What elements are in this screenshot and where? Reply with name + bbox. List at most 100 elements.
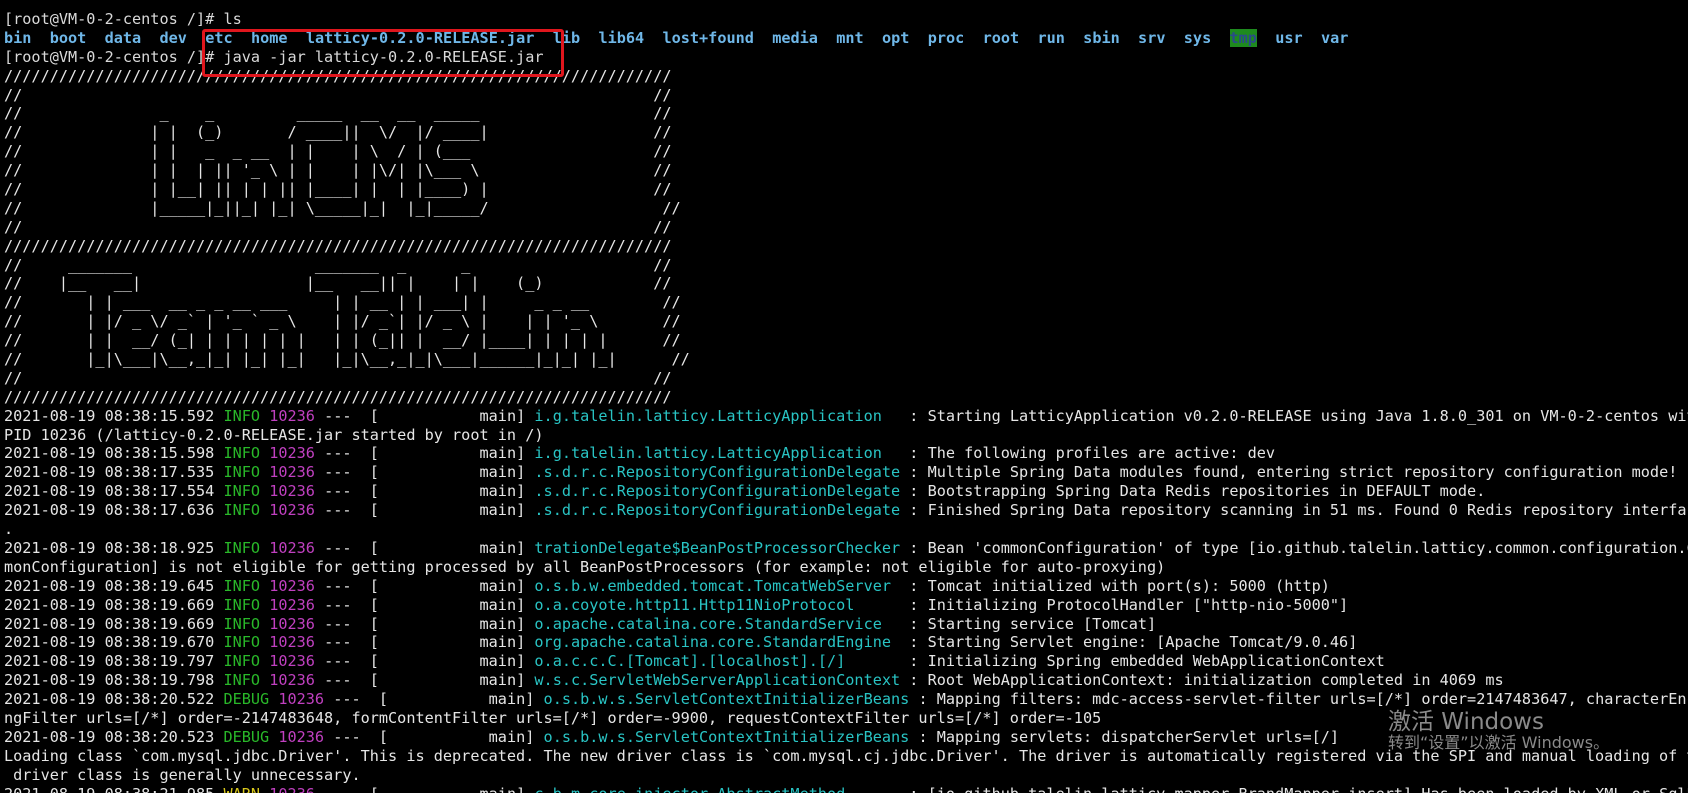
ls-entry: run bbox=[1037, 28, 1065, 47]
log-pid: 10236 bbox=[269, 652, 315, 671]
log-message: : [io.github.talelin.latticy.mapper.Bran… bbox=[900, 785, 1698, 793]
log-logger: o.s.b.w.embedded.tomcat.TomcatWebServer bbox=[534, 576, 901, 595]
ls-entry: media bbox=[772, 28, 818, 47]
log-level: INFO bbox=[223, 652, 261, 671]
banner-line: // _ _ _____ __ __ _____ // bbox=[4, 104, 672, 123]
log-pid: 10236 bbox=[269, 463, 315, 482]
log-level: INFO bbox=[223, 444, 261, 463]
log-pid: 10236 bbox=[269, 633, 315, 652]
ls-entry: opt bbox=[881, 28, 910, 47]
ls-entry: dev bbox=[159, 28, 187, 47]
log-message: : Mapping filters: mdc-access-servlet-fi… bbox=[909, 690, 1698, 709]
log-thread: --- [ main] bbox=[324, 785, 525, 793]
log-thread: --- [ main] bbox=[324, 614, 526, 633]
log-message: : Bean 'commonConfiguration' of type [io… bbox=[900, 538, 1698, 557]
log-logger: i.g.talelin.latticy.LatticyApplication bbox=[534, 444, 901, 463]
log-pid: 10236 bbox=[278, 727, 325, 746]
ls-command: ls bbox=[214, 10, 242, 28]
banner-line: ////////////////////////////////////////… bbox=[4, 236, 672, 255]
log-timestamp: 2021-08-19 08:38:19.670 bbox=[4, 633, 215, 652]
banner-line: // | | (_) / ____|| \/ |/ ____| // bbox=[4, 123, 672, 142]
banner-line: // |_____|_||_| |_| \_____|_| |_|_____/ … bbox=[4, 198, 681, 217]
log-level: INFO bbox=[223, 406, 261, 425]
log-message: : Mapping servlets: dispatcherServlet ur… bbox=[909, 727, 1340, 746]
log-message: : The following profiles are active: dev bbox=[900, 444, 1276, 463]
log-line: driver class is generally unnecessary. bbox=[4, 765, 361, 784]
ls-entry: proc bbox=[927, 28, 965, 47]
log-line: monConfiguration] is not eligible for ge… bbox=[4, 557, 1166, 576]
log-line: 2021-08-19 08:38:19.669 INFO 10236 --- [… bbox=[0, 615, 1698, 634]
log-timestamp: 2021-08-19 08:38:20.523 bbox=[4, 727, 215, 746]
log-pid: 10236 bbox=[278, 690, 325, 709]
log-level: INFO bbox=[223, 614, 261, 633]
log-thread: --- [ main] bbox=[333, 727, 535, 746]
ls-entry: sys bbox=[1183, 28, 1212, 47]
log-line: 2021-08-19 08:38:17.535 INFO 10236 --- [… bbox=[0, 463, 1698, 482]
log-line: 2021-08-19 08:38:17.636 INFO 10236 --- [… bbox=[0, 501, 1698, 520]
log-level: WARN bbox=[223, 785, 260, 793]
log-message: : Finished Spring Data repository scanni… bbox=[900, 501, 1698, 520]
banner-line: // |_|\___|\__,_|_| |_| |_| |_|\__,_|_|\… bbox=[4, 350, 690, 369]
log-logger: o.a.c.c.C.[Tomcat].[localhost].[/] bbox=[534, 652, 901, 671]
banner-line: // | |/ _ \/ _` | '_ ` _ \ | |/ _`| |/ _… bbox=[4, 312, 681, 331]
top-clipped-line bbox=[0, 0, 1698, 10]
ls-entry: usr bbox=[1275, 28, 1303, 47]
log-thread: --- [ main] bbox=[324, 633, 526, 652]
log-logger: o.s.b.w.s.ServletContextInitializerBeans bbox=[543, 727, 910, 746]
shell-prompt: [root@VM-0-2-centos /]# bbox=[4, 10, 215, 28]
terminal-window[interactable]: [root@VM-0-2-centos /]# ls bin boot data… bbox=[0, 0, 1698, 793]
log-thread: --- [ main] bbox=[324, 538, 526, 557]
log-thread: --- [ main] bbox=[324, 406, 526, 425]
watermark-subtitle: 转到“设置”以激活 Windows。 bbox=[1388, 732, 1610, 752]
log-line: PID 10236 (/latticy-0.2.0-RELEASE.jar st… bbox=[4, 425, 544, 444]
log-message: : Initializing Spring embedded WebApplic… bbox=[900, 652, 1385, 671]
log-pid: 10236 bbox=[269, 482, 315, 501]
log-logger: .s.d.r.c.RepositoryConfigurationDelegate bbox=[534, 501, 901, 520]
log-level: INFO bbox=[223, 576, 261, 595]
log-line: 2021-08-19 08:38:19.645 INFO 10236 --- [… bbox=[0, 577, 1698, 596]
log-thread: --- [ main] bbox=[324, 463, 526, 482]
watermark-title: 激活 Windows bbox=[1388, 709, 1544, 735]
banner-line: // | | ___ __ _ _ __ ___ | | __ | | ___|… bbox=[4, 293, 681, 312]
log-level: INFO bbox=[223, 482, 261, 501]
log-logger: o.s.b.w.s.ServletContextInitializerBeans bbox=[543, 690, 910, 709]
log-pid: 10236 bbox=[269, 671, 315, 690]
ls-prompt-line: [root@VM-0-2-centos /]# ls bbox=[0, 10, 1698, 29]
log-pid: 10236 bbox=[269, 576, 315, 595]
banner-line: // | | | || '_ \ | | | |\/| |\___ \ // bbox=[4, 161, 672, 180]
log-timestamp: 2021-08-19 08:38:19.797 bbox=[4, 652, 215, 671]
log-timestamp: 2021-08-19 08:38:21.985 bbox=[4, 785, 214, 793]
log-message: : Bootstrapping Spring Data Redis reposi… bbox=[900, 482, 1486, 501]
log-timestamp: 2021-08-19 08:38:15.592 bbox=[4, 406, 215, 425]
banner-line: // |__ __| |__ __|| | | | (_) // bbox=[4, 274, 672, 293]
log-pid: 10236 bbox=[269, 501, 315, 520]
log-thread: --- [ main] bbox=[324, 501, 526, 520]
right-edge-strip bbox=[1688, 0, 1698, 793]
ls-entry: tmp bbox=[1229, 28, 1257, 47]
command-highlight-box bbox=[202, 29, 564, 77]
banner-line: // | |__| || | | || |____| | | |____) | … bbox=[4, 180, 672, 199]
log-line: 2021-08-19 08:38:19.670 INFO 10236 --- [… bbox=[0, 633, 1698, 652]
ls-entry: data bbox=[104, 28, 142, 47]
log-pid: 10236 bbox=[269, 614, 315, 633]
log-line: 2021-08-19 08:38:15.598 INFO 10236 --- [… bbox=[0, 444, 1698, 463]
log-message: : Starting Servlet engine: [Apache Tomca… bbox=[900, 633, 1358, 652]
ls-entry: lost+found bbox=[662, 28, 754, 47]
banner-line: // | | _ _ __ | | | \ / | (___ // bbox=[4, 142, 672, 161]
log-timestamp: 2021-08-19 08:38:17.535 bbox=[4, 463, 215, 482]
log-logger: o.a.coyote.http11.Http11NioProtocol bbox=[534, 595, 901, 614]
ls-entry: lib64 bbox=[598, 28, 645, 47]
log-thread: --- [ main] bbox=[324, 652, 526, 671]
log-logger: org.apache.catalina.core.StandardEngine bbox=[534, 633, 901, 652]
log-thread: --- [ main] bbox=[324, 671, 526, 690]
log-timestamp: 2021-08-19 08:38:18.925 bbox=[4, 538, 215, 557]
log-level: DEBUG bbox=[223, 727, 270, 746]
log-timestamp: 2021-08-19 08:38:15.598 bbox=[4, 444, 215, 463]
log-timestamp: 2021-08-19 08:38:17.636 bbox=[4, 501, 215, 520]
log-line: 2021-08-19 08:38:19.798 INFO 10236 --- [… bbox=[0, 671, 1698, 690]
ls-entry: var bbox=[1320, 28, 1349, 47]
log-logger: .s.d.r.c.RepositoryConfigurationDelegate bbox=[534, 482, 901, 501]
log-message: : Tomcat initialized with port(s): 5000 … bbox=[900, 576, 1330, 595]
log-timestamp: 2021-08-19 08:38:19.798 bbox=[4, 671, 215, 690]
ls-entry: boot bbox=[49, 28, 87, 47]
